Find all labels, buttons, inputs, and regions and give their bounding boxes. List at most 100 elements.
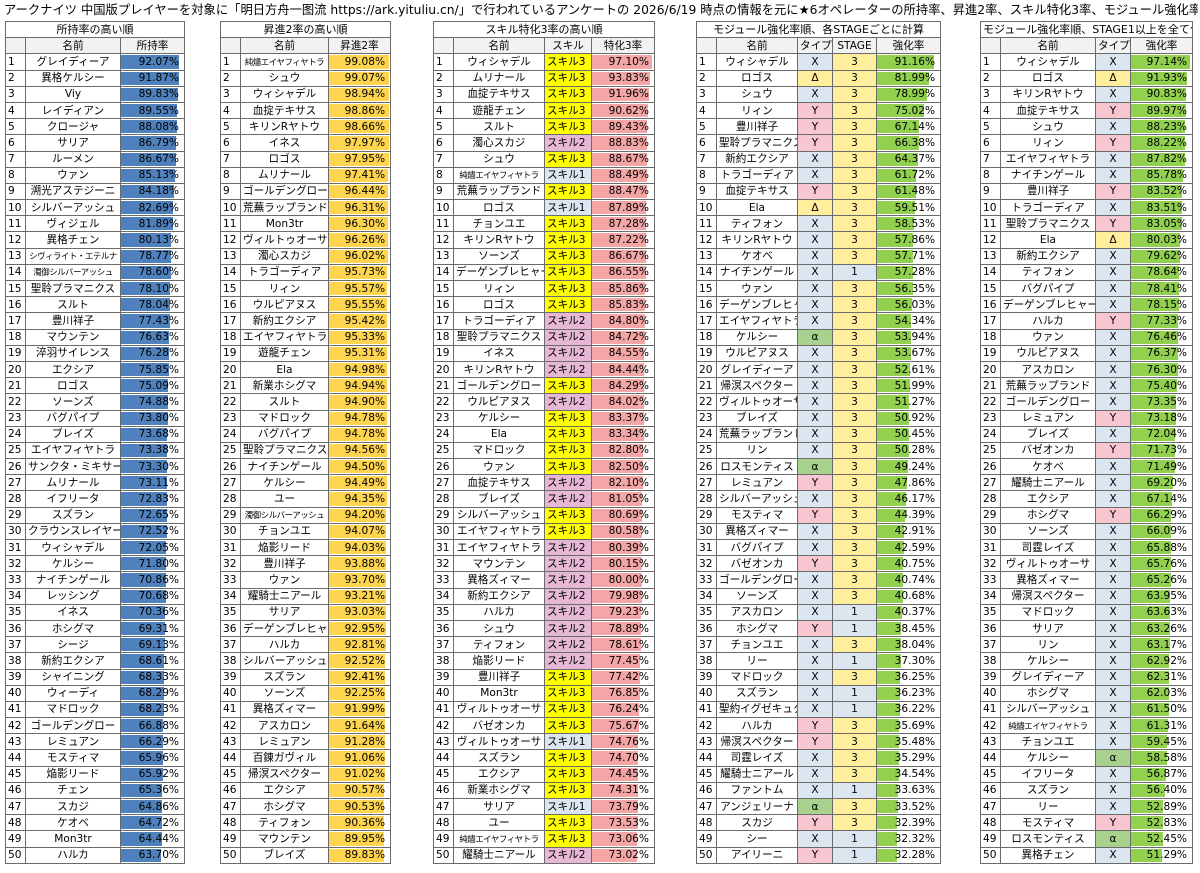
rank-cell: 43 (696, 733, 717, 751)
module-type-cell: X (797, 636, 833, 654)
rate-value: 74.76% (608, 735, 649, 748)
rate-cell: 86.55% (591, 263, 655, 282)
rate-cell: 94.94% (327, 377, 392, 395)
operator-name: シー (716, 830, 798, 848)
rate-value: 56.03% (894, 298, 936, 311)
operator-name: 異格チェン (25, 231, 121, 249)
rate-value: 62.31% (1146, 671, 1188, 684)
rank-cell: 4 (433, 101, 454, 120)
rate-cell: 63.17% (1129, 636, 1194, 654)
rate-value: 51.29% (1146, 849, 1188, 862)
stage-cell: 3 (832, 474, 877, 492)
table-row: 9 荒蕪ラップランド スキル3 88.47% (433, 182, 655, 201)
rate-value: 61.48% (894, 185, 936, 198)
operator-name: アスカロン (1000, 360, 1096, 379)
operator-name: 焔影リード (25, 765, 121, 783)
rate-value: 94.07% (344, 525, 386, 538)
rate-value: 40.68% (894, 590, 936, 603)
rank-cell: 31 (220, 538, 241, 557)
table-row: 10 トラゴーディア X 83.51% (980, 199, 1194, 217)
rate-value: 63.26% (1146, 622, 1188, 635)
rate-value: 56.87% (1146, 768, 1188, 781)
operator-name: スズラン (716, 684, 798, 702)
module-type-cell: X (797, 441, 833, 460)
table-row: 4 レイディアン 89.55% (5, 101, 186, 120)
module-type-cell: X (797, 830, 833, 848)
rate-cell: 78.77% (119, 247, 186, 265)
table-row: 48 ユー スキル3 73.53% (433, 814, 655, 832)
rate-value: 65.92% (138, 768, 180, 781)
operator-name: ティフォン (1000, 263, 1096, 282)
operator-name: ロスモンティス (1000, 830, 1096, 848)
rank-cell: 43 (5, 733, 26, 751)
rate-cell: 96.31% (327, 199, 392, 217)
stage-cell: 3 (832, 150, 877, 168)
rate-value: 66.09% (1146, 525, 1188, 538)
operator-name: イネス (25, 603, 121, 621)
rate-value: 76.24% (608, 703, 649, 716)
table-row: 50 異格チェン X 51.29% (980, 846, 1194, 864)
rank-cell: 36 (5, 619, 26, 638)
table-row: 43 帰溟スペクター Y 3 35.48% (696, 733, 942, 751)
stage-cell: 3 (832, 409, 877, 427)
stage-cell: 1 (832, 830, 877, 848)
rate-cell: 97.10% (591, 53, 655, 71)
rank-cell: 16 (696, 296, 717, 314)
table-row: 50 ハルカ 63.70% (5, 846, 186, 864)
module-type-cell: Y (1095, 441, 1131, 460)
table-row: 2 ムリナール スキル3 93.83% (433, 69, 655, 87)
table-row: 36 シュウ スキル2 78.89% (433, 619, 655, 638)
rate-cell: 40.75% (875, 555, 942, 573)
skill-cell: スキル1 (544, 199, 592, 217)
rank-cell: 11 (433, 215, 454, 233)
operator-name: ウィシャデル (453, 53, 545, 71)
rate-value: 92.52% (344, 654, 386, 667)
rate-cell: 67.14% (875, 118, 942, 136)
stage-cell: 3 (832, 506, 877, 524)
stage-cell: 1 (832, 652, 877, 670)
rate-cell: 92.07% (119, 53, 186, 71)
table-row: 10 ロゴス スキル1 87.89% (433, 199, 655, 217)
rate-value: 69.20% (1146, 476, 1188, 489)
rank-cell: 2 (696, 69, 717, 87)
module-type-cell: X (1095, 425, 1131, 443)
operator-name: マウンテン (25, 328, 121, 346)
rate-value: 80.58% (608, 525, 649, 538)
table-row: 45 焔影リード 65.92% (5, 765, 186, 783)
rate-value: 82.10% (608, 476, 649, 489)
rate-value: 56.35% (894, 282, 936, 295)
module-type-cell: X (1095, 555, 1131, 573)
table-row: 16 デーゲンブレヒャー X 78.15% (980, 296, 1194, 314)
rate-cell: 57.28% (875, 263, 942, 282)
rate-cell: 57.86% (875, 231, 942, 249)
rate-cell: 86.67% (119, 150, 186, 168)
module-type-cell: X (1095, 360, 1131, 379)
operator-name: マウンテン (453, 555, 545, 573)
table-row: 13 シヴィライト・エテルナ 78.77% (5, 247, 186, 265)
rank-cell: 35 (220, 603, 241, 621)
rate-cell: 40.37% (875, 603, 942, 621)
operator-name: 帰溟スペクター (240, 765, 329, 783)
table-row: 7 ロゴス 97.95% (220, 150, 392, 168)
table-row: 45 エクシア スキル3 74.45% (433, 765, 655, 783)
rate-value: 40.37% (894, 606, 936, 619)
rate-value: 84.44% (608, 363, 649, 376)
rate-cell: 77.42% (591, 668, 655, 686)
operator-name: ゴールデングロー (716, 571, 798, 589)
operator-name: ソーンズ (716, 587, 798, 605)
rate-cell: 72.52% (119, 522, 186, 541)
rate-value: 79.62% (1146, 250, 1188, 263)
table-row: 19 ウルピアヌス X 76.37% (980, 344, 1194, 362)
rate-value: 99.07% (344, 72, 386, 85)
rate-cell: 96.02% (327, 247, 392, 265)
rate-cell: 94.35% (327, 490, 392, 508)
table-row: 3 Viy 89.83% (5, 85, 186, 103)
table-row: 33 ゴールデングロー X 3 40.74% (696, 571, 942, 589)
rate-value: 79.98% (608, 590, 649, 603)
rank-cell: 5 (5, 118, 26, 136)
rank-cell: 17 (220, 312, 241, 330)
table-row: 19 イネス スキル2 84.55% (433, 344, 655, 362)
rate-value: 75.67% (608, 719, 649, 732)
rank-cell: 1 (433, 53, 454, 71)
rate-value: 78.77% (138, 250, 180, 263)
